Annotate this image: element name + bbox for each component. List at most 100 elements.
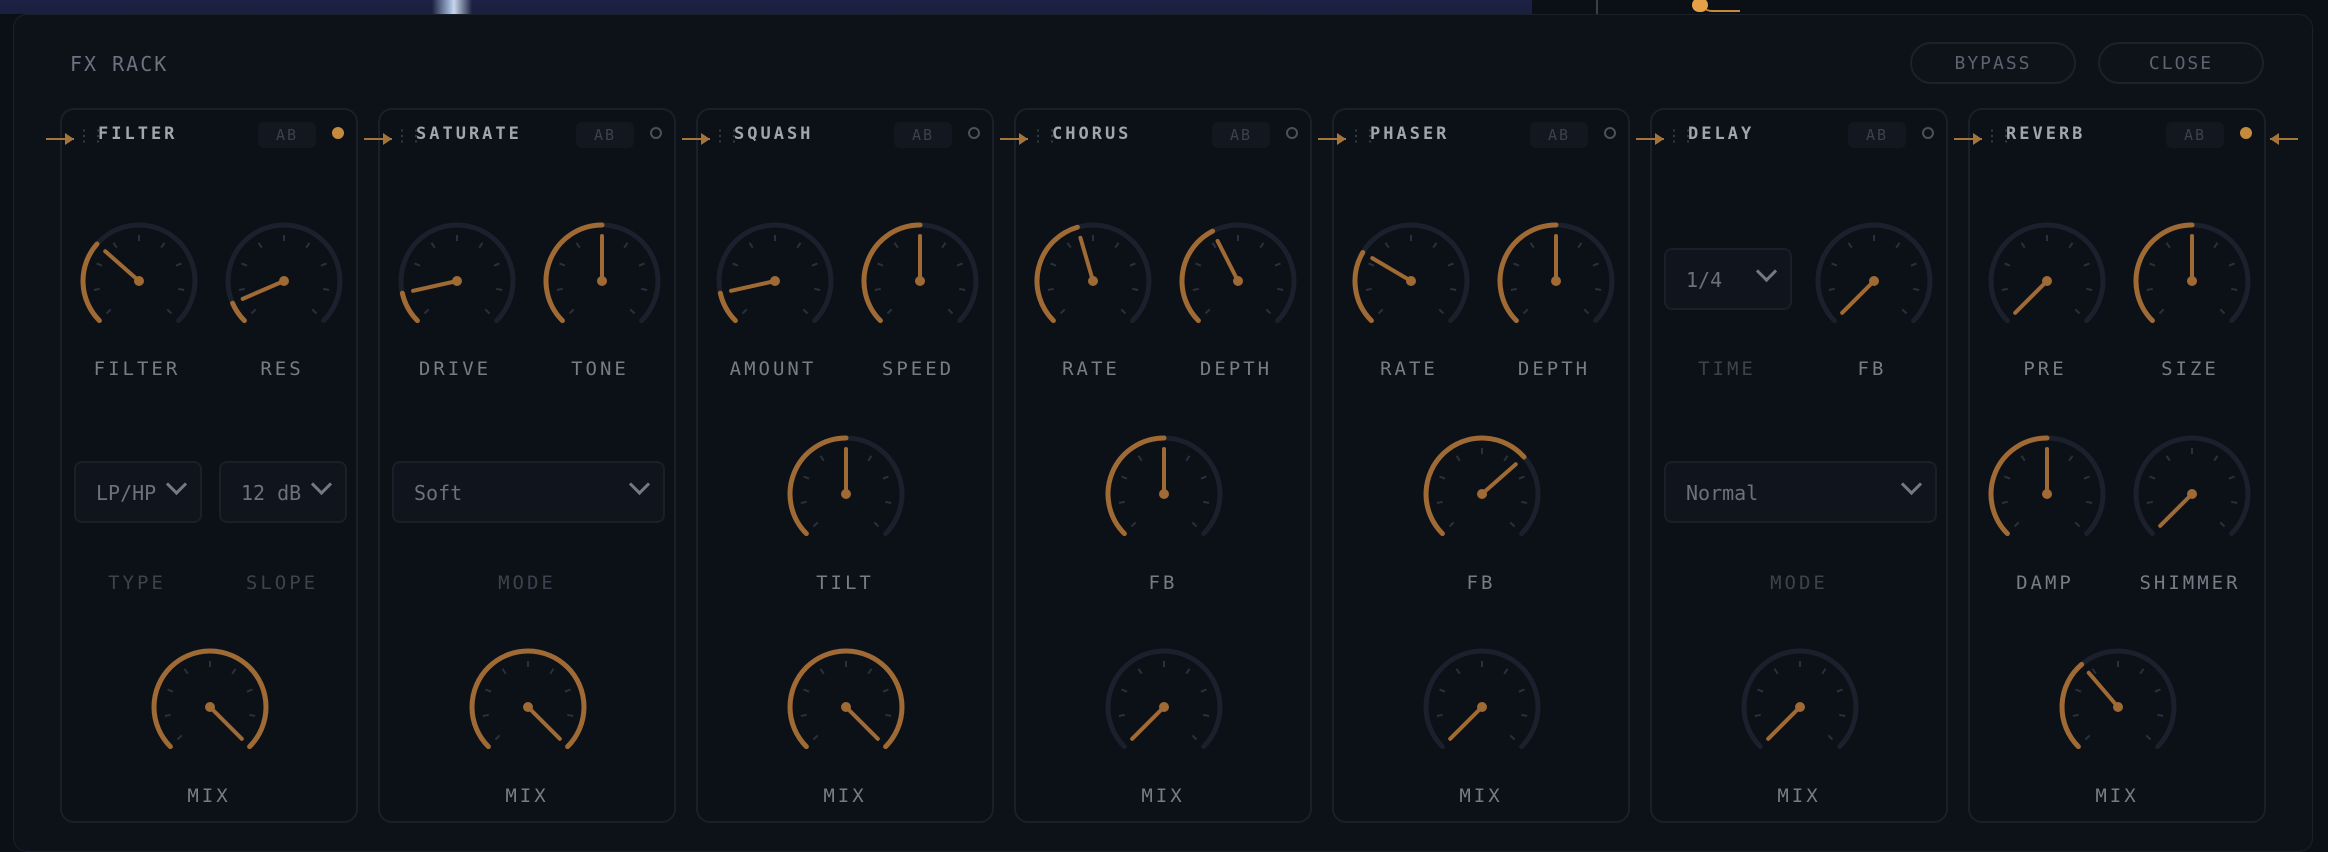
knob-tick bbox=[246, 688, 253, 693]
ab-toggle-button[interactable]: AB bbox=[576, 122, 634, 148]
drive-knob[interactable] bbox=[396, 220, 518, 342]
amount-knob[interactable] bbox=[714, 220, 836, 342]
speed-knob[interactable] bbox=[859, 220, 981, 342]
feedback-knob[interactable] bbox=[1421, 433, 1543, 555]
mix-knob[interactable] bbox=[467, 646, 589, 768]
res-knob[interactable] bbox=[223, 220, 345, 342]
close-button[interactable]: CLOSE bbox=[2098, 42, 2264, 84]
power-led[interactable] bbox=[2240, 127, 2252, 139]
knob-pointer bbox=[240, 279, 286, 301]
knob-label: MIX bbox=[2095, 785, 2139, 807]
mode-select[interactable]: Soft bbox=[392, 461, 665, 523]
knob-center bbox=[279, 276, 289, 286]
ab-toggle-button[interactable]: AB bbox=[894, 122, 952, 148]
knob-value-arc bbox=[787, 435, 849, 537]
shimmer-knob[interactable] bbox=[2131, 433, 2253, 555]
knob-tick bbox=[2158, 308, 2165, 315]
knob-tick bbox=[867, 455, 873, 462]
knob-tick bbox=[2068, 455, 2074, 462]
size-knob[interactable] bbox=[2131, 220, 2253, 342]
predelay-knob[interactable] bbox=[1986, 220, 2108, 342]
feedback-knob[interactable] bbox=[1813, 220, 1935, 342]
knob-label: TILT bbox=[816, 572, 874, 594]
mix-knob[interactable] bbox=[2057, 646, 2179, 768]
slope-select[interactable]: 12 dB bbox=[219, 461, 347, 523]
knob-tick bbox=[1265, 308, 1272, 315]
module-filter: ⋮⋮ FILTER AB FILTER RES LP/HP 12 dB TYPE… bbox=[60, 108, 358, 823]
knob-tick bbox=[249, 713, 256, 717]
knob-tick bbox=[1754, 713, 1761, 717]
power-led[interactable] bbox=[1922, 127, 1934, 139]
knob-center bbox=[1795, 702, 1805, 712]
knob-tick bbox=[819, 455, 825, 462]
knob-tick bbox=[1513, 262, 1520, 267]
knob-tick bbox=[1274, 262, 1281, 267]
bypass-button[interactable]: BYPASS bbox=[1910, 42, 2076, 84]
power-led[interactable] bbox=[1286, 127, 1298, 139]
knob-tick bbox=[2228, 262, 2235, 267]
knob-tick bbox=[2083, 475, 2090, 480]
knob-tick bbox=[885, 500, 892, 504]
knob-tick bbox=[803, 688, 810, 693]
knob-tick bbox=[1448, 521, 1455, 528]
knob-tick bbox=[748, 242, 754, 249]
select-value: 12 dB bbox=[241, 481, 302, 505]
knob-value-arc bbox=[399, 290, 420, 324]
knob-tick bbox=[1503, 455, 1509, 462]
rate-knob[interactable] bbox=[1350, 220, 1472, 342]
power-led[interactable] bbox=[650, 127, 662, 139]
knob-label: DEPTH bbox=[1199, 358, 1273, 380]
knob-center bbox=[841, 702, 851, 712]
chevron-down-icon bbox=[165, 473, 188, 496]
ab-toggle-button[interactable]: AB bbox=[1530, 122, 1588, 148]
power-led[interactable] bbox=[968, 127, 980, 139]
feedback-knob[interactable] bbox=[1103, 433, 1225, 555]
knob-tick bbox=[956, 262, 963, 267]
knob-tick bbox=[1831, 262, 1838, 267]
knob-tick bbox=[2219, 308, 2226, 315]
rate-knob[interactable] bbox=[1032, 220, 1154, 342]
chevron-down-icon bbox=[1755, 260, 1778, 283]
mix-knob[interactable] bbox=[1421, 646, 1543, 768]
time-select[interactable]: 1/4 bbox=[1664, 248, 1792, 310]
depth-knob[interactable] bbox=[1495, 220, 1617, 342]
knob-tick bbox=[2157, 713, 2164, 717]
mix-knob[interactable] bbox=[149, 646, 271, 768]
automation-point[interactable] bbox=[1692, 0, 1708, 12]
mix-knob[interactable] bbox=[1739, 646, 1861, 768]
ab-toggle-button[interactable]: AB bbox=[1848, 122, 1906, 148]
damp-knob[interactable] bbox=[1986, 433, 2108, 555]
ab-toggle-button[interactable]: AB bbox=[258, 122, 316, 148]
knob-center bbox=[452, 276, 462, 286]
module-phaser: ⋮⋮ PHASER AB RATE DEPTH FB MIX bbox=[1332, 108, 1630, 823]
knob-tick bbox=[2231, 500, 2238, 504]
knob-tick bbox=[814, 287, 821, 291]
knob-tick bbox=[1436, 500, 1443, 504]
knob-tick bbox=[1185, 668, 1191, 675]
tone-knob[interactable] bbox=[541, 220, 663, 342]
module-name: SQUASH bbox=[734, 124, 814, 144]
module-delay: ⋮⋮ DELAY AB 1/4 TIME FB Normal MODE MIX bbox=[1650, 108, 1948, 823]
knob-tick bbox=[323, 287, 330, 291]
knob-value-arc bbox=[1179, 228, 1216, 324]
power-led[interactable] bbox=[1604, 127, 1616, 139]
knob-center bbox=[1159, 489, 1169, 499]
power-led[interactable] bbox=[332, 127, 344, 139]
depth-knob[interactable] bbox=[1177, 220, 1299, 342]
mix-knob[interactable] bbox=[1103, 646, 1225, 768]
type-select[interactable]: LP/HP bbox=[74, 461, 202, 523]
module-saturate: ⋮⋮ SATURATE AB DRIVE TONE Soft MODE MIX bbox=[378, 108, 676, 823]
mix-knob[interactable] bbox=[785, 646, 907, 768]
tilt-knob[interactable] bbox=[785, 433, 907, 555]
knob-tick bbox=[567, 713, 574, 717]
ab-toggle-button[interactable]: AB bbox=[1212, 122, 1270, 148]
ab-toggle-button[interactable]: AB bbox=[2166, 122, 2224, 148]
knob-tick bbox=[320, 262, 327, 267]
knob-tick bbox=[549, 668, 555, 675]
signal-flow-arrow bbox=[1318, 127, 1346, 151]
mode-select[interactable]: Normal bbox=[1664, 461, 1937, 523]
module-name: SATURATE bbox=[416, 124, 522, 144]
knob-center bbox=[1869, 276, 1879, 286]
knob-tick bbox=[2004, 262, 2011, 267]
filter-knob[interactable] bbox=[78, 220, 200, 342]
